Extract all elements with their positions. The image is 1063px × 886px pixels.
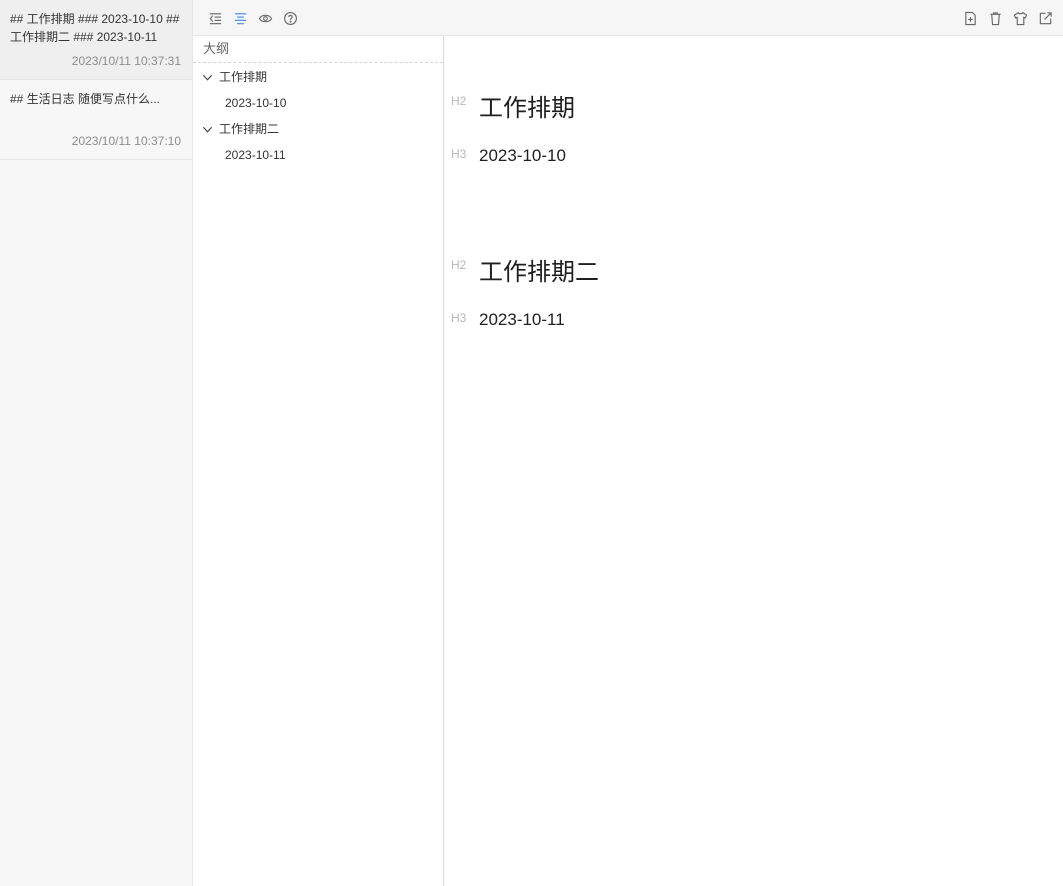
new-file-icon[interactable] [961,9,979,27]
trash-icon[interactable] [986,9,1004,27]
toolbar [193,0,1063,36]
editor-heading-block[interactable]: H3 2023-10-10 [445,146,1063,170]
heading-level-tag: H3 [451,311,467,325]
outline-panel: 大纲 工作排期 2023-10-10 工作排期二 2023-10-11 [193,36,444,886]
editor-heading-block[interactable]: H2 工作排期二 [445,252,1063,286]
note-timestamp: 2023/10/11 10:37:31 [71,54,181,68]
editor-heading-block[interactable]: H2 工作排期 [445,88,1063,122]
chevron-down-icon[interactable] [202,124,213,135]
eye-icon[interactable] [256,9,274,27]
outline-item-label: 工作排期 [219,70,268,84]
outline-item-label: 2023-10-11 [225,148,286,162]
help-circle-icon[interactable] [281,9,299,27]
outline-item-h2[interactable]: 工作排期二 [193,116,443,142]
outline-item-h2[interactable]: 工作排期 [193,64,443,90]
editor-area[interactable]: H2 工作排期 H3 2023-10-10 H2 工作排期二 H3 2023-1… [445,36,1063,886]
heading-text[interactable]: 2023-10-11 [479,310,565,330]
editor-heading-block[interactable]: H3 2023-10-11 [445,310,1063,334]
heading-text[interactable]: 工作排期 [479,88,575,123]
note-preview: ## 生活日志 随便写点什么... [10,92,161,106]
outdent-icon[interactable] [206,9,224,27]
note-list-item[interactable]: ## 生活日志 随便写点什么... 2023/10/11 10:37:10 [0,80,192,160]
outline-item-h3[interactable]: 2023-10-11 [193,142,443,168]
outline-title: 大纲 [193,36,443,63]
outline-item-label: 工作排期二 [219,122,280,136]
note-preview: ## 工作排期 ### 2023-10-10 ## 工作排期二 ### 2023… [10,12,180,44]
chevron-down-icon[interactable] [202,72,213,83]
heading-level-tag: H3 [451,147,467,161]
outline-item-label: 2023-10-10 [225,96,287,110]
note-timestamp: 2023/10/11 10:37:10 [71,134,181,148]
shirt-icon[interactable] [1011,9,1029,27]
outline-item-h3[interactable]: 2023-10-10 [193,90,443,116]
align-center-icon[interactable] [231,9,249,27]
heading-text[interactable]: 2023-10-10 [479,146,566,166]
heading-level-tag: H2 [451,258,467,272]
export-icon[interactable] [1036,9,1054,27]
note-list-item[interactable]: ## 工作排期 ### 2023-10-10 ## 工作排期二 ### 2023… [0,0,192,80]
heading-level-tag: H2 [451,94,467,108]
heading-text[interactable]: 工作排期二 [479,252,599,287]
note-list: ## 工作排期 ### 2023-10-10 ## 工作排期二 ### 2023… [0,0,193,886]
